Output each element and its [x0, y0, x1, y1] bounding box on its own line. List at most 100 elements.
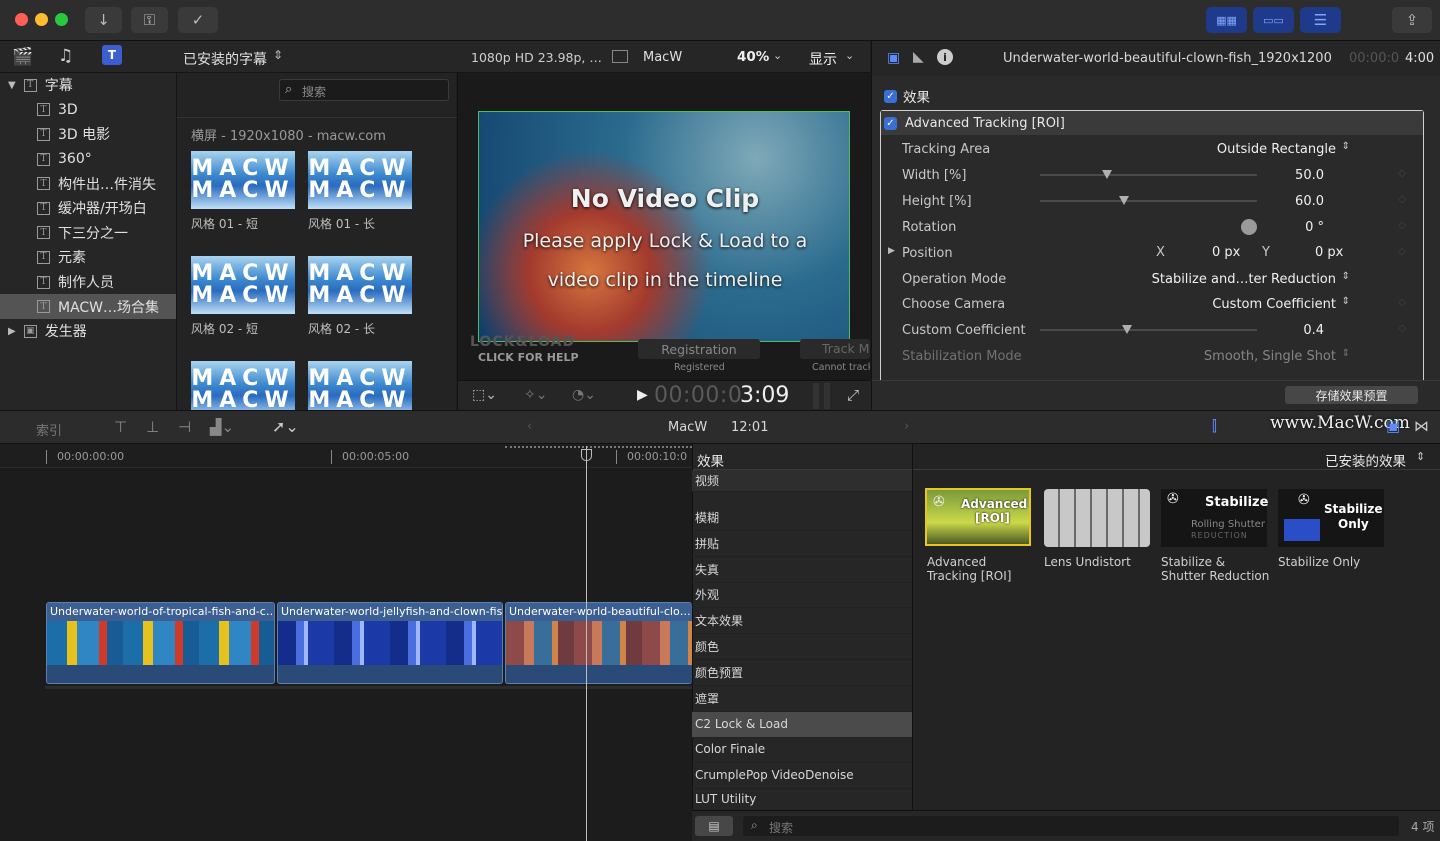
sidebar-item-360[interactable]: T 360°: [0, 147, 176, 172]
sidebar-item-bumper[interactable]: T 缓冲器/开场白: [0, 196, 176, 221]
display-menu[interactable]: 显示: [809, 49, 837, 69]
category-text-effects[interactable]: 文本效果: [692, 608, 912, 634]
timeline-clip[interactable]: Underwater-world-beautiful-clo…: [505, 602, 692, 684]
keywords-button[interactable]: ⚿: [131, 7, 168, 33]
keyframe-icon[interactable]: ◇: [1398, 194, 1406, 205]
overwrite-clip-icon[interactable]: ▟⌄: [210, 418, 234, 436]
category-crumplepop[interactable]: CrumplePop VideoDenoise: [692, 763, 912, 789]
chevron-updown-icon[interactable]: ⇕: [1342, 296, 1350, 307]
chevron-updown-icon[interactable]: ⇕: [1342, 141, 1350, 152]
effect-tile-stabilize-only[interactable]: ✇ Stabilize Only: [1278, 489, 1384, 547]
timeline-toggle-button[interactable]: ▭▭: [1253, 7, 1294, 33]
sidebar-item-macw[interactable]: T MACW…场合集: [0, 294, 176, 319]
sidebar-item-3d[interactable]: T 3D: [0, 98, 176, 123]
insert-clip-icon[interactable]: ⊥: [146, 418, 159, 436]
chevron-updown-icon[interactable]: ⇕: [273, 48, 283, 62]
category-lut-utility[interactable]: LUT Utility: [692, 789, 912, 810]
search-input[interactable]: ⌕ 搜索: [279, 79, 449, 101]
category-color-presets[interactable]: 颜色预置: [692, 660, 912, 686]
playhead-handle[interactable]: [581, 449, 592, 461]
sidebar-item-lower-thirds[interactable]: T 下三分之一: [0, 221, 176, 246]
chevron-updown-icon[interactable]: ⇕: [1342, 271, 1350, 282]
inspector-toggle-button[interactable]: ☰: [1300, 7, 1341, 33]
sidebar-item-titles[interactable]: ▼ T 字幕: [0, 73, 176, 98]
timeline-clip[interactable]: Underwater-world-of-tropical-fish-and-c…: [46, 602, 275, 684]
zoom-window-button[interactable]: [55, 13, 68, 26]
timeline-clip[interactable]: Underwater-world-jellyfish-and-clown-fis…: [277, 602, 503, 684]
slider-knob[interactable]: [1102, 170, 1112, 179]
zoom-level[interactable]: 40%: [737, 49, 769, 65]
color-inspector-icon[interactable]: ◣: [913, 49, 924, 65]
checkbox-icon[interactable]: ✓: [884, 116, 897, 130]
param-value[interactable]: 0 °: [1305, 220, 1324, 235]
save-effects-preset-button[interactable]: 存储效果预置: [1285, 386, 1418, 404]
category-blur[interactable]: 模糊: [692, 505, 912, 531]
effect-tile-lens-undistort[interactable]: [1044, 489, 1150, 547]
category-masks[interactable]: 遮罩: [692, 686, 912, 712]
category-tiling[interactable]: 拼贴: [692, 531, 912, 557]
titles-generators-icon[interactable]: T: [102, 45, 122, 65]
category-color[interactable]: 颜色: [692, 634, 912, 660]
popup-value[interactable]: Outside Rectangle: [1217, 142, 1336, 157]
connect-clip-icon[interactable]: ⊤: [114, 418, 127, 436]
skimming-icon[interactable]: ⫿: [1212, 417, 1217, 435]
sidebar-item-credits[interactable]: T 制作人员: [0, 270, 176, 295]
keyframe-icon[interactable]: ◇: [1398, 246, 1406, 257]
installed-effects-filter[interactable]: 已安装的效果: [1325, 450, 1406, 470]
disclosure-open-icon[interactable]: ▼: [8, 80, 16, 91]
keyframe-icon[interactable]: ◇: [1398, 323, 1406, 334]
effects-search-input[interactable]: ⌕ 搜索: [743, 816, 1399, 836]
coefficient-slider[interactable]: [1040, 325, 1257, 334]
help-link[interactable]: CLICK FOR HELP: [478, 351, 579, 364]
keyframe-icon[interactable]: ◇: [1398, 168, 1406, 179]
sidebar-item-3d-movie[interactable]: T 3D 电影: [0, 122, 176, 147]
category-color-finale[interactable]: Color Finale: [692, 737, 912, 763]
chevron-down-icon[interactable]: ⌄: [845, 49, 854, 62]
track-button[interactable]: Track M: [800, 339, 870, 359]
effect-header[interactable]: ✓ Advanced Tracking [ROI]: [881, 111, 1423, 135]
title-thumbnail[interactable]: MACW MACW 风格 02 - 短: [191, 256, 295, 337]
effect-tile-stabilize-shutter[interactable]: ✇ Stabilize Rolling Shutter REDUCTION: [1161, 489, 1268, 547]
param-value[interactable]: 0.4: [1303, 323, 1324, 338]
browser-filter-label[interactable]: 已安装的字幕: [183, 49, 267, 69]
close-window-button[interactable]: [15, 13, 28, 26]
back-icon[interactable]: ‹: [527, 419, 532, 434]
minimize-window-button[interactable]: [35, 13, 48, 26]
category-distortion[interactable]: 失真: [692, 557, 912, 583]
chevron-updown-icon[interactable]: ⇕: [1342, 348, 1350, 359]
popup-value[interactable]: Stabilize and…ter Reduction: [1152, 272, 1336, 287]
chevron-down-icon[interactable]: ⌄: [773, 49, 782, 62]
title-thumbnail[interactable]: MACW MACW 风格 01 - 长: [308, 151, 412, 232]
effects-section-header[interactable]: ✓ 效果: [884, 86, 930, 106]
share-button[interactable]: ⇪: [1392, 7, 1432, 33]
enhance-icon[interactable]: ✧⌄: [524, 387, 547, 403]
x-value[interactable]: 0 px: [1212, 245, 1240, 260]
keyframe-icon[interactable]: ◇: [1398, 220, 1406, 231]
y-value[interactable]: 0 px: [1315, 245, 1343, 260]
select-tool-icon[interactable]: ➚⌄: [272, 417, 299, 436]
transform-icon[interactable]: ⬚⌄: [472, 387, 497, 403]
import-button[interactable]: ↓: [85, 7, 122, 33]
sidebar-item-generators[interactable]: ▶ ▣ 发生器: [0, 319, 176, 344]
slider-knob[interactable]: [1119, 196, 1129, 205]
fullscreen-icon[interactable]: ⤢: [847, 386, 859, 404]
rotation-dial-icon[interactable]: [1241, 219, 1257, 235]
playhead[interactable]: [586, 446, 587, 841]
effect-tile-advanced-tracking[interactable]: ✇ Advanced [ROI]: [925, 488, 1031, 546]
param-value[interactable]: 50.0: [1295, 168, 1324, 183]
category-looks[interactable]: 外观: [692, 582, 912, 608]
width-slider[interactable]: [1040, 170, 1257, 179]
forward-icon[interactable]: ›: [904, 419, 909, 434]
clapper-icon[interactable]: 🎬: [12, 47, 33, 67]
effects-browser-icon[interactable]: ▣: [1386, 417, 1400, 435]
index-button[interactable]: 索引: [36, 420, 62, 439]
music-photos-icon[interactable]: ♫: [58, 46, 73, 66]
title-thumbnail[interactable]: MACW MACW: [308, 361, 412, 410]
popup-value[interactable]: Smooth, Single Shot: [1204, 349, 1336, 364]
viewer-format[interactable]: 1080p HD 23.98p, …: [471, 50, 602, 65]
browser-toggle-button[interactable]: ▦▦: [1206, 7, 1247, 33]
param-value[interactable]: 60.0: [1295, 194, 1324, 209]
title-thumbnail[interactable]: MACW MACW 风格 02 - 长: [308, 256, 412, 337]
append-clip-icon[interactable]: ⊣: [178, 418, 191, 436]
transitions-browser-icon[interactable]: ⋈: [1414, 417, 1429, 435]
